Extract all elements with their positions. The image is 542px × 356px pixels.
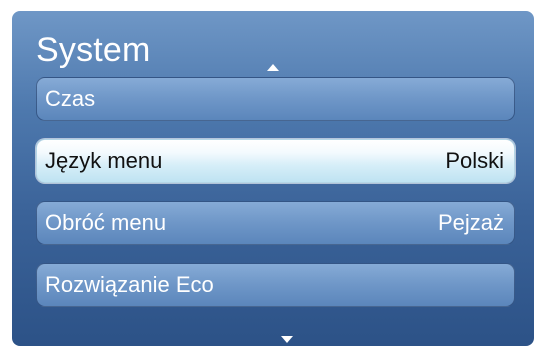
scroll-up-icon[interactable] bbox=[267, 64, 279, 71]
menu-item-label: Czas bbox=[45, 86, 96, 111]
menu-item-value: Pejzaż bbox=[437, 210, 504, 235]
menu-item-czas[interactable]: Czas bbox=[36, 77, 515, 121]
menu-item-value: Polski bbox=[445, 148, 504, 173]
menu-item-label: Język menu bbox=[45, 148, 163, 173]
menu-item-rozwiazanie-eco[interactable]: Rozwiązanie Eco bbox=[36, 263, 515, 307]
menu-item-label: Rozwiązanie Eco bbox=[45, 272, 214, 297]
menu-item-obroc-menu[interactable]: Obróć menu Pejzaż bbox=[36, 201, 515, 245]
menu-item-label: Obróć menu bbox=[45, 210, 167, 235]
menu-item-jezyk-menu[interactable]: Język menu Polski bbox=[36, 139, 515, 183]
scroll-down-icon[interactable] bbox=[281, 336, 293, 343]
system-menu-panel: System Czas Język menu Polski Obróć menu… bbox=[12, 11, 534, 346]
menu-title: System bbox=[36, 31, 151, 69]
